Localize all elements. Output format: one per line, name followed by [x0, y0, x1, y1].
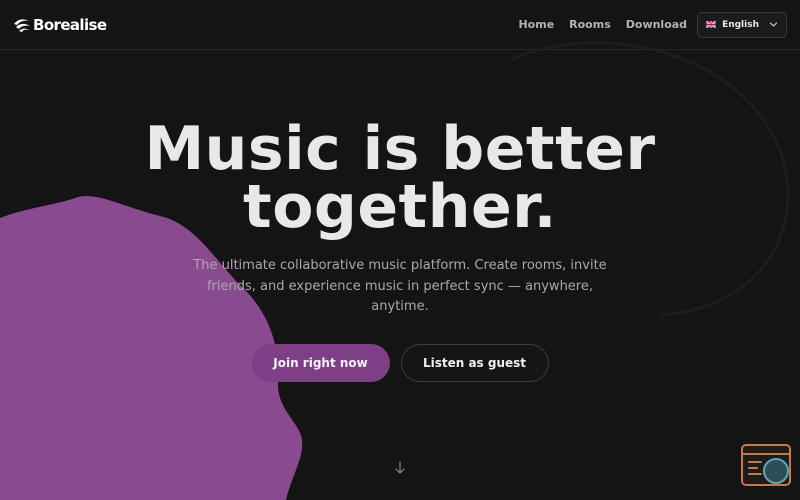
- arrow-down-icon[interactable]: [394, 461, 406, 475]
- listen-as-guest-button[interactable]: Listen as guest: [400, 343, 549, 382]
- magnifier-icon: [763, 458, 789, 484]
- main-nav: Home Rooms Download English: [518, 11, 787, 38]
- hero-title-line-2: together.: [243, 172, 557, 242]
- borealise-logo-icon: [14, 18, 30, 32]
- nav-rooms[interactable]: Rooms: [569, 18, 611, 31]
- hero-title: Music is better together.: [0, 119, 800, 237]
- brand[interactable]: Borealise: [13, 15, 107, 34]
- hero-section: Music is better together. The ultimate c…: [0, 119, 800, 382]
- widget-line: [748, 467, 758, 469]
- hero-subtitle: The ultimate collaborative music platfor…: [193, 258, 607, 314]
- chevron-down-icon: [769, 22, 778, 27]
- uk-flag-icon: [706, 21, 717, 28]
- widget-line: [748, 461, 762, 463]
- language-label: English: [722, 19, 759, 30]
- widget-line: [748, 473, 762, 475]
- hero-actions: Join right now Listen as guest: [0, 343, 800, 382]
- brand-name: Borealise: [33, 15, 107, 34]
- language-selector[interactable]: English: [697, 11, 787, 38]
- nav-download[interactable]: Download: [626, 18, 687, 31]
- widget-titlebar: [743, 446, 789, 455]
- join-button[interactable]: Join right now: [251, 343, 390, 382]
- nav-home[interactable]: Home: [518, 18, 554, 31]
- search-widget-icon[interactable]: [741, 444, 791, 486]
- site-header: Borealise Home Rooms Download English: [0, 0, 800, 50]
